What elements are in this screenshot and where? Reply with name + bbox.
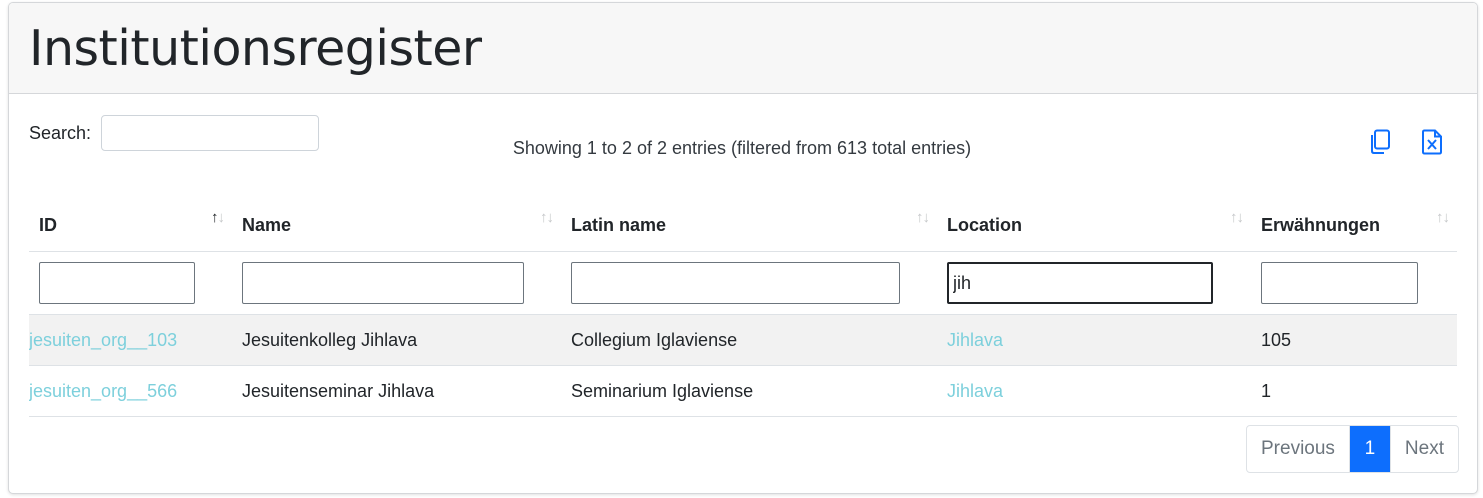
latin-name-filter-input[interactable]: [571, 262, 900, 304]
latin-name-cell: Seminarium Iglaviense: [561, 365, 937, 417]
table-row: jesuiten_org__566 Jesuitenseminar Jihlav…: [29, 365, 1457, 417]
name-cell: Jesuitenkolleg Jihlava: [232, 314, 561, 366]
sort-ascending-icon: ↑↓: [211, 209, 225, 226]
page-1-button[interactable]: 1: [1349, 426, 1390, 472]
copy-button[interactable]: [1365, 127, 1395, 157]
column-label: Latin name: [571, 214, 667, 235]
id-link[interactable]: jesuiten_org__566: [29, 381, 177, 401]
column-label: Location: [947, 214, 1022, 235]
mentions-cell: 105: [1251, 314, 1457, 366]
excel-export-button[interactable]: [1417, 127, 1447, 157]
excel-icon: [1422, 129, 1442, 155]
page-title: Institutionsregister: [29, 19, 482, 77]
sort-icon: ↑↓: [1230, 209, 1244, 226]
column-label: Name: [242, 214, 292, 235]
sort-icon: ↑↓: [540, 209, 554, 226]
institutions-table: ID ↑↓ Name ↑↓ Latin name ↑↓ Location ↑↓ Erwä…: [29, 199, 1457, 417]
institution-card: Institutionsregister Search: Showing 1 t…: [8, 2, 1478, 494]
sort-icon: ↑↓: [1436, 209, 1450, 226]
location-link[interactable]: Jihlava: [947, 330, 1003, 350]
location-filter-input[interactable]: [947, 262, 1213, 304]
card-header: Institutionsregister: [9, 3, 1477, 94]
pagination: Previous 1 Next: [1246, 425, 1459, 473]
column-header-id[interactable]: ID ↑↓: [29, 199, 232, 252]
mentions-cell: 1: [1251, 365, 1457, 417]
next-page-button[interactable]: Next: [1389, 426, 1458, 472]
table-row: jesuiten_org__103 Jesuitenkolleg Jihlava…: [29, 314, 1457, 366]
location-link[interactable]: Jihlava: [947, 381, 1003, 401]
column-header-latin-name[interactable]: Latin name ↑↓: [561, 199, 937, 252]
filter-row: [29, 251, 1457, 315]
latin-name-cell: Collegium Iglaviense: [561, 314, 937, 366]
sort-icon: ↑↓: [916, 209, 930, 226]
table-info: Showing 1 to 2 of 2 entries (filtered fr…: [512, 138, 972, 158]
column-label: Erwähnungen: [1261, 214, 1381, 235]
column-header-mentions[interactable]: Erwähnungen ↑↓: [1251, 199, 1457, 252]
column-label: ID: [39, 214, 57, 235]
previous-page-button[interactable]: Previous: [1247, 426, 1350, 472]
column-header-location[interactable]: Location ↑↓: [937, 199, 1251, 252]
search-input[interactable]: [101, 115, 319, 151]
id-filter-input[interactable]: [39, 262, 195, 304]
mentions-filter-input[interactable]: [1261, 262, 1418, 304]
id-link[interactable]: jesuiten_org__103: [29, 330, 177, 350]
name-filter-input[interactable]: [242, 262, 524, 304]
copy-icon: [1371, 129, 1390, 154]
name-cell: Jesuitenseminar Jihlava: [232, 365, 561, 417]
column-header-name[interactable]: Name ↑↓: [232, 199, 561, 252]
search-label: Search:: [29, 123, 92, 143]
